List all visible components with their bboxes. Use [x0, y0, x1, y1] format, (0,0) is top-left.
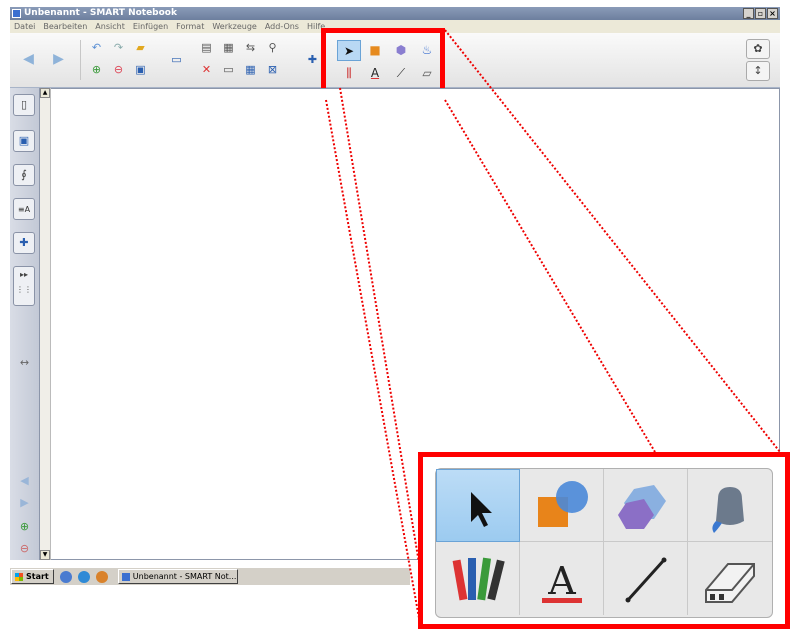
save-icon[interactable]: ▣ [134, 63, 147, 76]
redo-icon[interactable]: ↷ [112, 41, 125, 54]
vertical-scrollbar[interactable]: ▲ ▼ [40, 88, 51, 560]
menu-werkzeuge[interactable]: Werkzeuge [208, 20, 260, 33]
open-folder-icon[interactable]: ▰ [134, 41, 147, 54]
screen-icon[interactable]: ▭ [170, 53, 183, 66]
undo-icon[interactable]: ↶ [90, 41, 103, 54]
projector-icon[interactable]: ▭ [222, 63, 235, 76]
pens-tool[interactable] [436, 542, 520, 615]
page-sorter-tab[interactable]: ▯ [13, 94, 35, 116]
page-sorter-icon: ▯ [20, 98, 28, 111]
quick-launch-firefox-icon[interactable] [95, 570, 108, 583]
puzzle-icon[interactable]: ✚ [306, 53, 319, 66]
text-tool[interactable]: A [520, 542, 604, 615]
menu-ansicht[interactable]: Ansicht [91, 20, 129, 33]
table-icon[interactable]: ▦ [244, 63, 257, 76]
scroll-down-arrow[interactable]: ▼ [40, 550, 50, 560]
add-ons-icon: ✚ [19, 236, 29, 249]
screen-shade-icon[interactable]: ▦ [222, 41, 235, 54]
polygon-icon [618, 485, 666, 529]
window-title-bar[interactable]: Unbenannt - SMART Notebook _ ▫ × [10, 7, 780, 20]
forward-arrow-icon[interactable]: ▶ [52, 52, 65, 66]
lines-tool[interactable] [604, 542, 688, 615]
pens-icon [452, 557, 505, 601]
select-tool[interactable] [436, 469, 520, 542]
present-icon[interactable]: ⇆ [244, 41, 257, 54]
eraser-icon [705, 563, 755, 603]
side-panel: ▯ ▣ ∮ ≡A ✚ ▸▸ ⋮⋮ ↔ ◀ ▶ ⊕ ⊖ [10, 88, 40, 560]
taskbar-item-smart-notebook[interactable]: Unbenannt - SMART Not... [117, 569, 238, 584]
settings-button[interactable]: ✿ [746, 39, 770, 59]
add-page-icon[interactable]: ⊕ [90, 63, 103, 76]
quick-launch-ie-icon[interactable] [77, 570, 90, 583]
fill-tool[interactable] [688, 469, 772, 542]
app-icon [12, 9, 21, 18]
move-toolbar-button[interactable]: ↕ [746, 61, 770, 81]
menu-bearbeiten[interactable]: Bearbeiten [39, 20, 91, 33]
menu-format[interactable]: Format [172, 20, 208, 33]
up-down-arrow-icon: ↕ [753, 64, 763, 77]
scroll-up-arrow[interactable]: ▲ [40, 88, 50, 98]
paste-icon[interactable]: ▤ [200, 41, 213, 54]
line-icon [625, 557, 667, 603]
letter-a-icon: A [542, 559, 582, 603]
attachments-icon: ∮ [21, 168, 27, 181]
gallery-icon: ▣ [18, 134, 30, 147]
delete-page-icon[interactable]: ⊖ [18, 542, 31, 555]
taskbar: Start Unbenannt - SMART Not... [10, 567, 410, 585]
properties-icon: ≡A [17, 205, 31, 214]
shapes-tool[interactable] [520, 469, 604, 542]
eraser-tool[interactable] [688, 542, 772, 615]
paint-bucket-icon [712, 487, 744, 533]
window-title: Unbenannt - SMART Notebook [24, 8, 177, 18]
cursor-arrow-icon [471, 492, 492, 527]
menu-add-ons[interactable]: Add-Ons [261, 20, 303, 33]
shapes-icon [538, 481, 588, 527]
next-icon[interactable]: ▶ [18, 496, 31, 509]
properties-tab[interactable]: ≡A [13, 198, 35, 220]
maximize-button[interactable]: ▫ [755, 8, 766, 19]
add-ons-tab[interactable]: ✚ [13, 232, 35, 254]
gear-icon: ✿ [753, 42, 763, 55]
add-page-icon[interactable]: ⊕ [18, 520, 31, 533]
delete-icon[interactable]: ✕ [200, 63, 213, 76]
attachments-tab[interactable]: ∮ [13, 164, 35, 186]
menu-datei[interactable]: Datei [10, 20, 39, 33]
expand-panel-tab[interactable]: ▸▸ ⋮⋮ [13, 266, 35, 306]
expand-icon: ▸▸ ⋮⋮ [16, 270, 32, 294]
close-box-icon[interactable]: ⊠ [266, 63, 279, 76]
resize-arrows-icon[interactable]: ↔ [18, 356, 31, 369]
regular-polygon-tool[interactable] [604, 469, 688, 542]
zoom-callout: A [418, 452, 790, 629]
prev-icon[interactable]: ◀ [18, 474, 31, 487]
quick-launch-desktop-icon[interactable] [59, 570, 72, 583]
delete-page-icon[interactable]: ⊖ [112, 63, 125, 76]
svg-text:A: A [547, 559, 576, 603]
tool-group-zoomed: A [435, 468, 773, 618]
menu-einfuegen[interactable]: Einfügen [129, 20, 172, 33]
gallery-tab[interactable]: ▣ [13, 130, 35, 152]
start-button[interactable]: Start [11, 569, 54, 584]
minimize-button[interactable]: _ [743, 8, 754, 19]
close-button[interactable]: × [767, 8, 778, 19]
magnifier-icon[interactable]: ⚲ [266, 41, 279, 54]
back-arrow-icon[interactable]: ◀ [22, 52, 35, 66]
